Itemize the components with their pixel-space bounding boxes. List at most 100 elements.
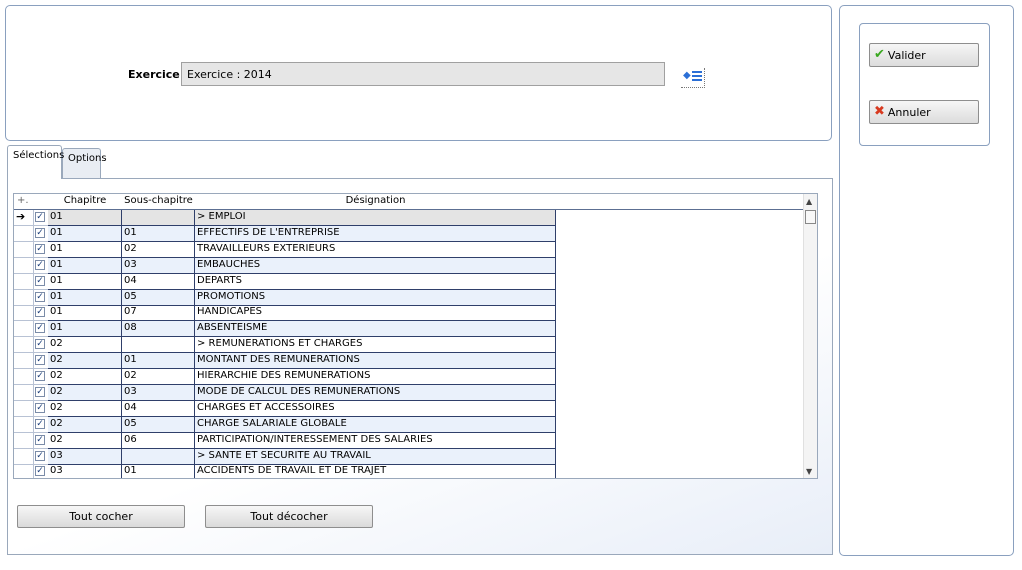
- table-row[interactable]: ✓ 01 02 TRAVAILLEURS EXTERIEURS: [14, 241, 556, 258]
- row-checkbox[interactable]: ✓: [35, 307, 45, 318]
- row-checkbox[interactable]: ✓: [35, 450, 45, 461]
- cell-designation: CHARGE SALARIALE GLOBALE: [195, 416, 556, 433]
- row-checkbox[interactable]: ✓: [35, 466, 45, 477]
- tab-selections[interactable]: Sélections: [7, 145, 64, 179]
- cross-icon: ✖: [874, 104, 885, 119]
- row-checkbox-cell[interactable]: ✓: [34, 258, 48, 274]
- table-row[interactable]: ✓ 01 01 EFFECTIFS DE L'ENTREPRISE: [14, 225, 556, 242]
- cell-sous-chapitre: 07: [122, 305, 195, 322]
- row-checkbox-cell[interactable]: ✓: [34, 353, 48, 370]
- row-checkbox[interactable]: ✓: [35, 386, 45, 397]
- row-indicator: [14, 337, 34, 354]
- row-checkbox[interactable]: ✓: [35, 243, 45, 254]
- cell-designation: PROMOTIONS: [195, 289, 556, 306]
- row-checkbox-cell[interactable]: ✓: [34, 449, 48, 465]
- add-column-icon[interactable]: +.: [17, 195, 29, 206]
- table-row[interactable]: ✓ 02 > REMUNERATIONS ET CHARGES: [14, 337, 556, 354]
- row-checkbox[interactable]: ✓: [35, 275, 45, 286]
- table-row[interactable]: ➔ ✓ 01 > EMPLOI: [14, 210, 556, 226]
- cell-chapitre: 01: [48, 305, 122, 322]
- list-picker-icon[interactable]: ◆: [681, 68, 705, 88]
- scroll-thumb[interactable]: [805, 210, 816, 224]
- table-row[interactable]: ✓ 02 03 MODE DE CALCUL DES REMUNERATIONS: [14, 384, 556, 401]
- cell-designation: ABSENTEISME: [195, 321, 556, 338]
- cell-sous-chapitre: 02: [122, 369, 195, 385]
- table-row[interactable]: ✓ 03 > SANTE ET SECURITE AU TRAVAIL: [14, 448, 556, 465]
- cell-designation: ACCIDENTS DE TRAVAIL ET DE TRAJET: [195, 464, 556, 478]
- table-row[interactable]: ✓ 01 03 EMBAUCHES: [14, 257, 556, 274]
- exercice-field[interactable]: Exercice : 2014: [181, 62, 665, 86]
- table-row[interactable]: ✓ 02 02 HIERARCHIE DES REMUNERATIONS: [14, 369, 556, 385]
- cell-designation: PARTICIPATION/INTERESSEMENT DES SALARIES: [195, 432, 556, 449]
- row-checkbox-cell[interactable]: ✓: [34, 433, 48, 449]
- cell-sous-chapitre: 04: [122, 400, 195, 417]
- table-row[interactable]: ✓ 01 05 PROMOTIONS: [14, 289, 556, 306]
- row-checkbox-cell[interactable]: ✓: [34, 369, 48, 385]
- cell-designation: EFFECTIFS DE L'ENTREPRISE: [195, 225, 556, 242]
- actions-group: [859, 23, 990, 146]
- row-checkbox[interactable]: ✓: [35, 434, 45, 445]
- row-checkbox[interactable]: ✓: [35, 402, 45, 413]
- cell-chapitre: 02: [48, 432, 122, 449]
- cell-chapitre: 03: [48, 448, 122, 465]
- row-checkbox[interactable]: ✓: [35, 291, 45, 302]
- column-header-chapitre[interactable]: Chapitre: [48, 195, 122, 206]
- row-checkbox[interactable]: ✓: [35, 418, 45, 429]
- row-checkbox-cell[interactable]: ✓: [34, 242, 48, 258]
- valider-button[interactable]: ✔ Valider: [869, 43, 979, 67]
- row-checkbox[interactable]: ✓: [35, 212, 45, 222]
- table-header: +. Chapitre Sous-chapitre Désignation: [14, 194, 804, 210]
- table-row[interactable]: ✓ 02 06 PARTICIPATION/INTERESSEMENT DES SAL…: [14, 432, 556, 449]
- column-header-designation[interactable]: Désignation: [195, 195, 556, 206]
- cell-chapitre: 01: [48, 210, 122, 226]
- row-checkbox-cell[interactable]: ✓: [34, 464, 48, 478]
- row-indicator: [14, 384, 34, 401]
- row-checkbox[interactable]: ✓: [35, 339, 45, 350]
- cell-chapitre: 03: [48, 464, 122, 478]
- table-row[interactable]: ✓ 01 08 ABSENTEISME: [14, 321, 556, 338]
- row-indicator: [14, 369, 34, 385]
- tab-options[interactable]: Options: [62, 148, 107, 178]
- cell-chapitre: 01: [48, 321, 122, 338]
- table-row[interactable]: ✓ 02 04 CHARGES ET ACCESSOIRES: [14, 400, 556, 417]
- annuler-button[interactable]: ✖ Annuler: [869, 100, 979, 124]
- row-indicator: [14, 241, 34, 258]
- row-checkbox[interactable]: ✓: [35, 227, 45, 238]
- row-checkbox-cell[interactable]: ✓: [34, 226, 48, 242]
- row-checkbox-cell[interactable]: ✓: [34, 290, 48, 306]
- scroll-up-icon[interactable]: ▲: [806, 197, 812, 206]
- row-checkbox-cell[interactable]: ✓: [34, 417, 48, 433]
- cell-chapitre: 01: [48, 257, 122, 274]
- table-row[interactable]: ✓ 02 01 MONTANT DES REMUNERATIONS: [14, 353, 556, 370]
- column-header-sous-chapitre[interactable]: Sous-chapitre: [122, 195, 195, 206]
- row-indicator: [14, 416, 34, 433]
- tout-decocher-button[interactable]: Tout décocher: [205, 505, 373, 528]
- cell-sous-chapitre: 03: [122, 257, 195, 274]
- cell-chapitre: 02: [48, 384, 122, 401]
- row-checkbox-cell[interactable]: ✓: [34, 210, 48, 226]
- row-checkbox-cell[interactable]: ✓: [34, 305, 48, 322]
- table-row[interactable]: ✓ 01 04 DEPARTS: [14, 273, 556, 290]
- table-row[interactable]: ✓ 01 07 HANDICAPES: [14, 305, 556, 322]
- row-checkbox[interactable]: ✓: [35, 355, 45, 366]
- row-checkbox-cell[interactable]: ✓: [34, 321, 48, 338]
- row-checkbox-cell[interactable]: ✓: [34, 337, 48, 354]
- tout-cocher-button[interactable]: Tout cocher: [17, 505, 185, 528]
- table-row[interactable]: ✓ 02 05 CHARGE SALARIALE GLOBALE: [14, 416, 556, 433]
- cell-sous-chapitre: 05: [122, 416, 195, 433]
- cell-sous-chapitre: 03: [122, 384, 195, 401]
- row-checkbox-cell[interactable]: ✓: [34, 274, 48, 290]
- cell-sous-chapitre: 04: [122, 273, 195, 290]
- row-indicator: [14, 448, 34, 465]
- row-checkbox[interactable]: ✓: [35, 259, 45, 270]
- row-checkbox[interactable]: ✓: [35, 323, 45, 334]
- row-checkbox-cell[interactable]: ✓: [34, 401, 48, 417]
- cell-designation: TRAVAILLEURS EXTERIEURS: [195, 241, 556, 258]
- row-checkbox[interactable]: ✓: [35, 371, 45, 381]
- row-checkbox-cell[interactable]: ✓: [34, 385, 48, 401]
- cell-sous-chapitre: 01: [122, 225, 195, 242]
- vertical-scrollbar[interactable]: ▲ ▼: [803, 194, 817, 478]
- table-row[interactable]: ✓ 03 01 ACCIDENTS DE TRAVAIL ET DE TRAJET: [14, 464, 556, 478]
- scroll-down-icon[interactable]: ▼: [806, 467, 812, 476]
- row-indicator: [14, 464, 34, 478]
